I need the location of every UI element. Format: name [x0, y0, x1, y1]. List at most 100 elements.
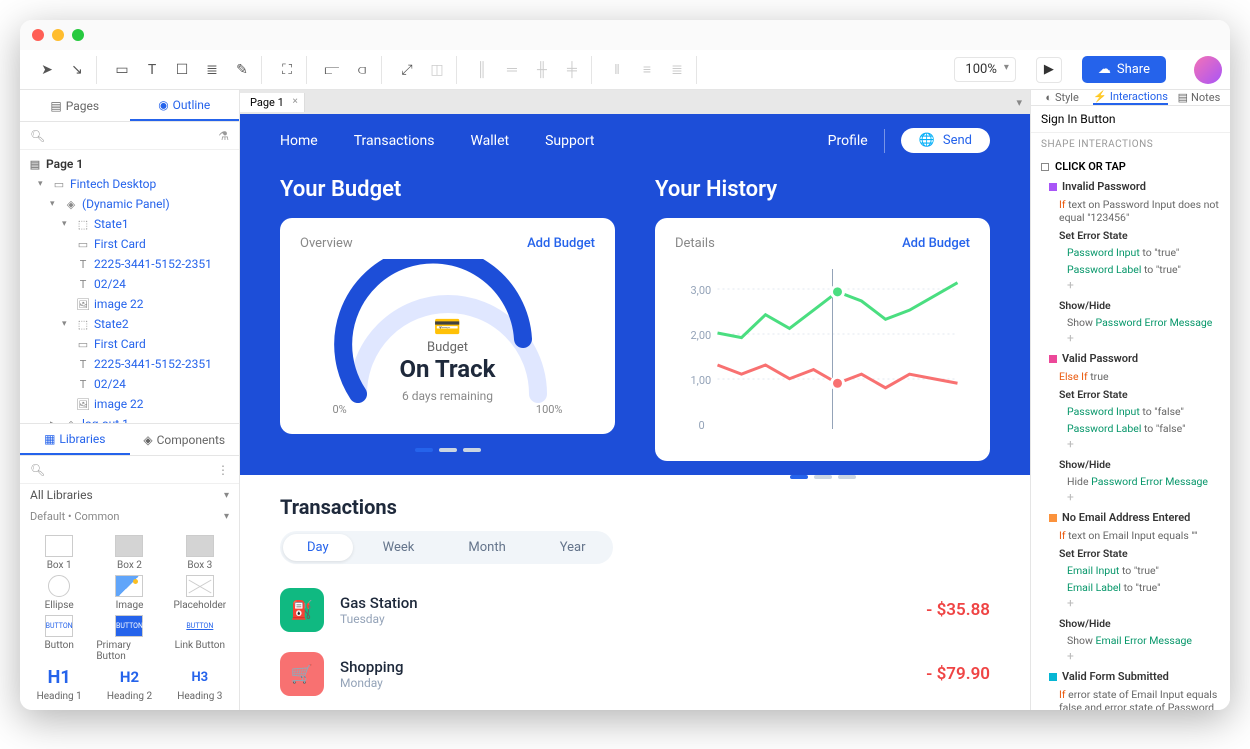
page-dot[interactable] — [439, 448, 457, 452]
notes-tab[interactable]: ▤ Notes — [1168, 90, 1230, 105]
lib-search-icon[interactable]: 🔍︎ — [30, 463, 45, 477]
search-icon[interactable]: 🔍︎ — [30, 129, 45, 143]
page-dot[interactable] — [814, 475, 832, 479]
libraries-tab[interactable]: ▦ Libraries — [20, 424, 130, 455]
case-row[interactable]: No Email Address Entered — [1031, 508, 1230, 527]
lib-button[interactable]: BUTTONButton — [26, 615, 92, 662]
lib-h2[interactable]: H2Heading 2 — [96, 666, 162, 702]
nav-transactions[interactable]: Transactions — [354, 133, 435, 149]
tree-item[interactable]: T2225-3441-5152-2351 — [20, 254, 239, 274]
case-row[interactable]: Invalid Password — [1031, 177, 1230, 196]
lib-box2[interactable]: Box 2 — [96, 535, 162, 571]
lib-menu-icon[interactable]: ⋮ — [217, 463, 229, 477]
add-action-icon[interactable]: + — [1031, 331, 1230, 349]
page-dot[interactable] — [415, 448, 433, 452]
send-button[interactable]: 🌐Send — [901, 128, 990, 153]
nav-home[interactable]: Home — [280, 133, 318, 149]
close-tab-icon[interactable]: × — [292, 96, 297, 107]
align-c-tool[interactable]: ╫ — [529, 57, 555, 83]
spacing-v-tool[interactable]: ≡ — [634, 57, 660, 83]
filter-icon[interactable]: ⚗ — [218, 129, 229, 143]
page-dot[interactable] — [790, 475, 808, 479]
pointer-tool[interactable]: ➤ — [34, 57, 60, 83]
outline-tab[interactable]: ◉ Outline — [130, 90, 240, 121]
nav-wallet[interactable]: Wallet — [470, 133, 509, 149]
transaction-row[interactable]: ⛽ Gas Station Tuesday - $35.88 — [280, 578, 990, 642]
add-action-icon[interactable]: + — [1031, 596, 1230, 614]
tree-item[interactable]: ▾◈(Dynamic Panel) — [20, 194, 239, 214]
add-action-icon[interactable]: + — [1031, 437, 1230, 455]
event-row[interactable]: CLICK OR TAP — [1031, 156, 1230, 177]
tree-item[interactable]: T2225-3441-5152-2351 — [20, 354, 239, 374]
add-page-icon[interactable]: ▾ — [1008, 96, 1030, 109]
components-tab[interactable]: ◈ Components — [130, 424, 240, 455]
nav-support[interactable]: Support — [545, 133, 594, 149]
lib-box3[interactable]: Box 3 — [167, 535, 233, 571]
tree-item[interactable]: ▾⬚State2 — [20, 314, 239, 334]
style-tab[interactable]: ◐ Style — [1031, 90, 1093, 105]
stack-tool[interactable]: ≣ — [199, 57, 225, 83]
transaction-row[interactable]: 🛒 Shopping Monday - $79.90 — [280, 642, 990, 706]
user-avatar[interactable] — [1194, 56, 1222, 84]
dist-h-tool[interactable]: ║ — [469, 57, 495, 83]
resize-tool[interactable]: ⛶ — [274, 57, 300, 83]
period-month[interactable]: Month — [444, 534, 529, 561]
period-week[interactable]: Week — [359, 534, 439, 561]
rectangle-tool[interactable]: ▭ — [109, 57, 135, 83]
pages-tab[interactable]: ▤ Pages — [20, 90, 130, 121]
lib-box1[interactable]: Box 1 — [26, 535, 92, 571]
dist-v-tool[interactable]: ═ — [499, 57, 525, 83]
interactions-tab[interactable]: ⚡ Interactions — [1093, 90, 1168, 105]
tree-item[interactable]: T02/24 — [20, 274, 239, 294]
text-tool[interactable]: T — [139, 57, 165, 83]
align-left-tool[interactable]: ⫍ — [319, 57, 345, 83]
align-m-tool[interactable]: ╪ — [559, 57, 585, 83]
event-checkbox-icon[interactable] — [1041, 163, 1049, 171]
tree-item[interactable]: ▭First Card — [20, 234, 239, 254]
form-tool[interactable]: ☐ — [169, 57, 195, 83]
lib-image[interactable]: Image — [96, 575, 162, 611]
period-day[interactable]: Day — [283, 534, 353, 561]
more-tool[interactable]: ≣ — [664, 57, 690, 83]
group-tool[interactable]: ◫ — [424, 57, 450, 83]
tree-item[interactable]: ▸◈log-out 1 — [20, 414, 239, 423]
lib-placeholder[interactable]: Placeholder — [167, 575, 233, 611]
tree-item[interactable]: ▾▭Fintech Desktop — [20, 174, 239, 194]
tree-item[interactable]: 🖼image 22 — [20, 294, 239, 314]
lib-h1[interactable]: H1Heading 1 — [26, 666, 92, 702]
add-action-icon[interactable]: + — [1031, 278, 1230, 296]
tree-item[interactable]: T02/24 — [20, 374, 239, 394]
share-button[interactable]: ☁Share — [1082, 56, 1166, 83]
add-action-icon[interactable]: + — [1031, 649, 1230, 667]
add-budget-link[interactable]: Add Budget — [527, 236, 595, 251]
case-row[interactable]: Valid Password — [1031, 349, 1230, 368]
tree-item[interactable]: ▭First Card — [20, 334, 239, 354]
connector-tool[interactable]: ↘ — [64, 57, 90, 83]
design-canvas[interactable]: Home Transactions Wallet Support Profile… — [240, 114, 1030, 710]
tree-page-root[interactable]: ▤Page 1 — [20, 154, 239, 174]
lib-primary-button[interactable]: BUTTONPrimary Button — [96, 615, 162, 662]
spacing-h-tool[interactable]: ‖ — [604, 57, 630, 83]
zoom-select[interactable]: 100% — [954, 57, 1015, 82]
case-row[interactable]: Valid Form Submitted — [1031, 667, 1230, 686]
maximize-window-icon[interactable] — [72, 29, 84, 41]
lib-ellipse[interactable]: Ellipse — [26, 575, 92, 611]
tree-item[interactable]: 🖼image 22 — [20, 394, 239, 414]
align-top-tool[interactable]: ⫏ — [349, 57, 375, 83]
add-budget-link-2[interactable]: Add Budget — [902, 236, 970, 251]
pen-tool[interactable]: ✎ — [229, 57, 255, 83]
tree-item[interactable]: ▾⬚State1 — [20, 214, 239, 234]
page-dot[interactable] — [463, 448, 481, 452]
minimize-window-icon[interactable] — [52, 29, 64, 41]
canvas-tab[interactable]: Page 1× — [240, 93, 305, 112]
lib-dropdown[interactable]: All Libraries▾ — [20, 484, 239, 506]
period-year[interactable]: Year — [536, 534, 610, 561]
expand-tool[interactable]: ⤢ — [394, 57, 420, 83]
add-action-icon[interactable]: + — [1031, 490, 1230, 508]
page-dot[interactable] — [838, 475, 856, 479]
close-window-icon[interactable] — [32, 29, 44, 41]
nav-profile[interactable]: Profile — [828, 133, 868, 149]
lib-link-button[interactable]: BUTTONLink Button — [167, 615, 233, 662]
lib-h3[interactable]: H3Heading 3 — [167, 666, 233, 702]
preview-button[interactable]: ▶ — [1036, 57, 1062, 83]
